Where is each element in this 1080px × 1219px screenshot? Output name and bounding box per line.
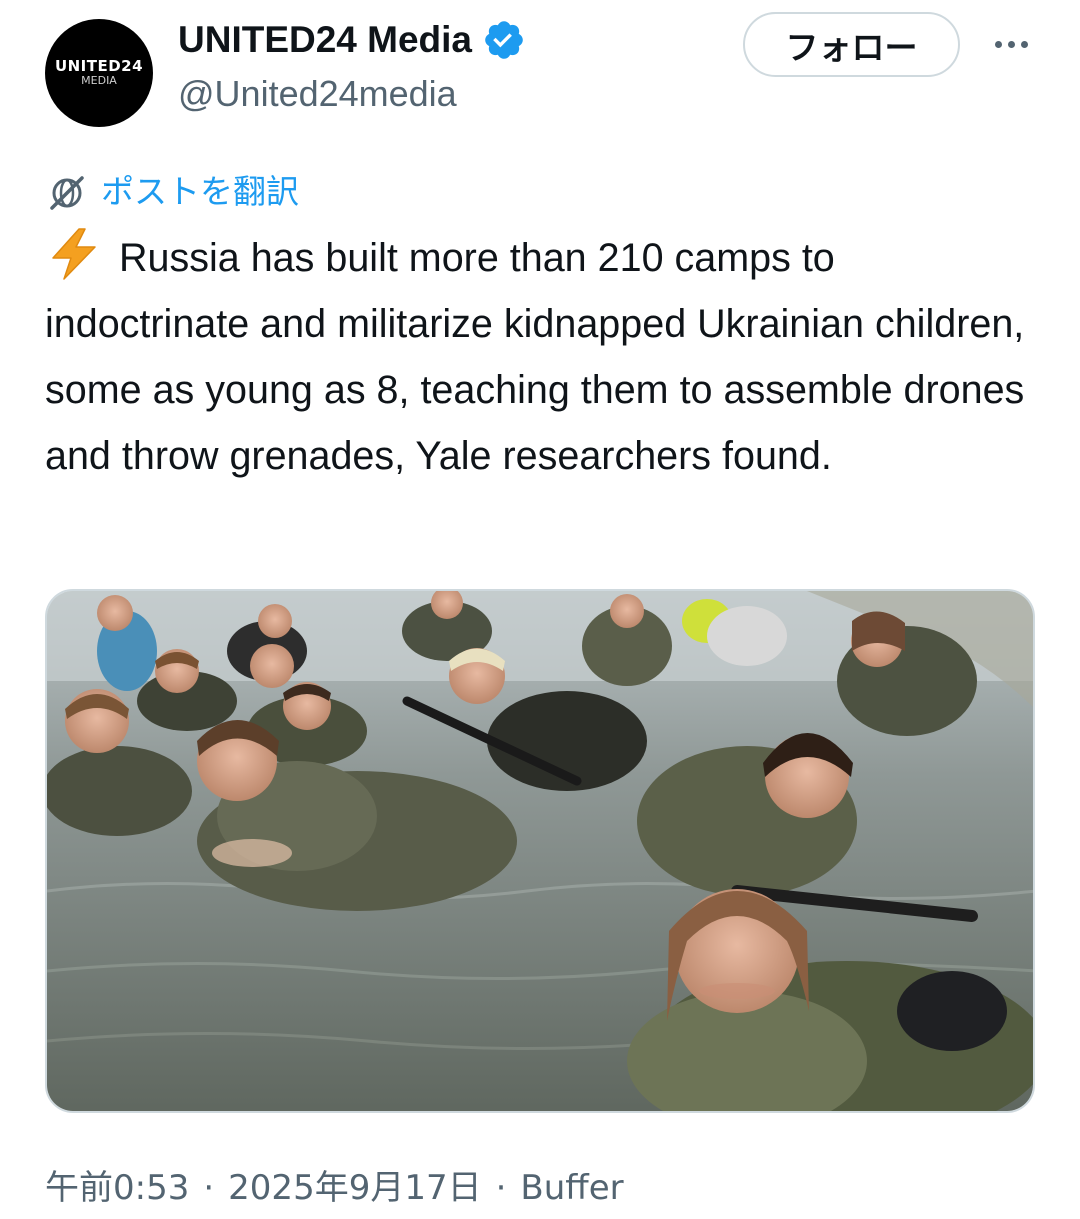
more-options-button[interactable] [983,22,1039,66]
author-name-row[interactable]: UNITED24 Media [178,16,526,64]
post-meta: 午前0:53 · 2025年9月17日 · Buffer [45,1164,624,1212]
media-photo [47,591,1033,1111]
post-time[interactable]: 午前0:53 [45,1164,189,1212]
meta-separator: · [203,1168,215,1208]
more-dots-icon [1007,40,1015,48]
post-date[interactable]: 2025年9月17日 [228,1164,481,1212]
translate-post-link[interactable]: ポストを翻訳 [45,168,299,216]
post-text: Russia has built more than 210 camps to … [45,236,1025,478]
lightning-bolt-icon [52,228,96,280]
more-dots-icon [994,40,1002,48]
post-media-image[interactable] [45,589,1035,1113]
avatar-logo-subtext: MEDIA [81,74,117,87]
post-source[interactable]: Buffer [520,1164,623,1212]
follow-button[interactable]: フォロー [743,12,960,77]
author-handle[interactable]: @United24media [178,72,457,116]
translate-post-label: ポストを翻訳 [101,172,299,211]
more-dots-icon [1020,40,1028,48]
avatar-logo-text: UNITED24 [54,57,144,75]
meta-separator: · [495,1168,507,1208]
post-body: Russia has built more than 210 camps to … [45,225,1045,489]
author-display-name[interactable]: UNITED24 Media [178,16,472,64]
globe-slash-icon [50,176,84,210]
verified-badge-icon [485,21,523,59]
author-avatar[interactable]: UNITED24 MEDIA [45,19,153,127]
